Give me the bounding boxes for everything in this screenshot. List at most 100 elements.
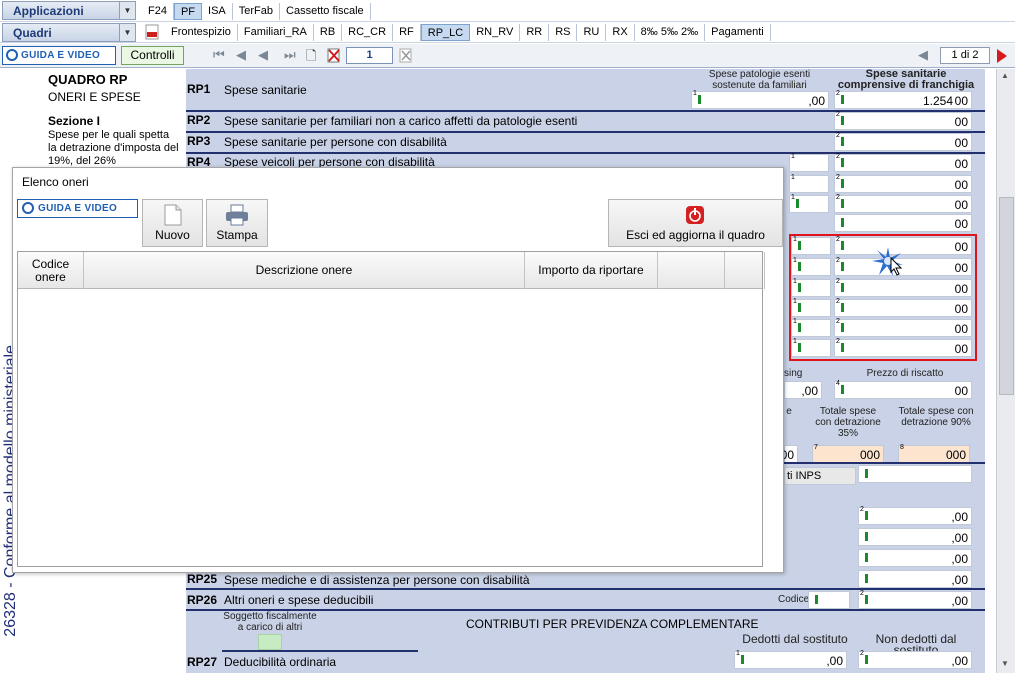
tab-f24[interactable]: F24 (142, 3, 174, 20)
rp4-field-2[interactable]: 2 00 (834, 153, 972, 172)
tab-familiari-ra[interactable]: Familiari_RA (238, 24, 314, 41)
rp1-desc: Spese sanitarie (224, 83, 307, 97)
rp6-field-2[interactable]: 2 00 (834, 194, 972, 213)
dedotti-label: Dedotti dal sostituto (742, 632, 848, 646)
quadri-dropdown[interactable]: Quadri ▼ (2, 23, 136, 42)
tab-rb[interactable]: RB (314, 24, 343, 41)
col-header-patologie: Spese patologie esenti sostenute da fami… (708, 69, 811, 91)
tab-rp-lc[interactable]: RP_LC (420, 24, 471, 41)
tab-pf[interactable]: PF (173, 3, 203, 20)
tab-per-mille[interactable]: 8‰ 5‰ 2‰ (635, 24, 706, 41)
new-page-icon[interactable]: 🗋 (306, 47, 316, 69)
rp2-field[interactable]: 2 00 (834, 111, 972, 130)
tab-rx[interactable]: RX (606, 24, 635, 41)
tab-rs[interactable]: RS (549, 24, 578, 41)
rp26-field[interactable]: 2,00 (858, 590, 972, 609)
applicazioni-label: Applicazioni (13, 4, 84, 18)
page-input[interactable]: 1 (346, 47, 393, 64)
rp3-field[interactable]: 2 00 (834, 132, 972, 151)
scroll-down-icon[interactable]: ▼ (1001, 659, 1009, 668)
leasing-field[interactable]: ,00 (784, 381, 822, 399)
rp1-field-2[interactable]: 2 1.254 00 (834, 90, 972, 109)
chevron-down-icon[interactable]: ▼ (119, 2, 135, 19)
totale-col-e-field[interactable]: 00 (781, 445, 798, 463)
stampa-label: Stampa (216, 228, 258, 242)
next-icon[interactable] (997, 49, 1007, 63)
rp27-dedotti-field[interactable]: 1,00 (734, 650, 847, 669)
codice-label: Codice (778, 594, 810, 605)
rp22-field[interactable]: ,00 (858, 528, 972, 546)
rp1-code: RP1 (187, 82, 211, 96)
prezzo-riscatto-field[interactable]: 4 00 (834, 380, 972, 399)
esci-label: Esci ed aggiorna il quadro (626, 228, 765, 242)
search-icon (6, 49, 18, 61)
tab-cassetto-fiscale[interactable]: Cassetto fiscale (280, 3, 371, 20)
col-extra-2[interactable] (725, 252, 765, 289)
scroll-up-icon[interactable]: ▲ (1001, 71, 1009, 80)
next-page-icon[interactable]: ⏭ (284, 47, 296, 63)
esci-aggiorna-button[interactable]: Esci ed aggiorna il quadro (608, 199, 783, 247)
tab-rc-cr[interactable]: RC_CR (342, 24, 394, 41)
delete-page-icon[interactable] (327, 48, 341, 63)
power-icon (686, 206, 704, 224)
rp5-field-1[interactable]: 1 (789, 174, 829, 193)
rp3-desc: Spese sanitarie per persone con disabili… (224, 135, 447, 149)
controlli-button[interactable]: Controlli (121, 46, 184, 65)
col-importo[interactable]: Importo da riportare (525, 252, 658, 289)
first-page-icon[interactable]: ⏮ (213, 47, 225, 63)
quadri-bar: Quadri ▼ Frontespizio Familiari_RA RB RC… (0, 22, 1015, 43)
nuovo-button[interactable]: Nuovo (142, 199, 203, 247)
back-icon[interactable]: ◀ (258, 47, 268, 63)
row-separator (784, 462, 985, 464)
toolbar: GUIDA E VIDEO Controlli ⏮ ◀ ◀ ⏭ 🗋 1 ◀ 1 … (0, 44, 1015, 68)
guida-video-label: GUIDA E VIDEO (21, 50, 101, 61)
applicazioni-dropdown[interactable]: Applicazioni ▼ (2, 1, 136, 20)
rp5-field-2[interactable]: 2 00 (834, 174, 972, 193)
tab-terfab[interactable]: TerFab (233, 3, 281, 20)
dialog-title: Elenco oneri (22, 175, 89, 189)
pdf-icon[interactable] (145, 24, 159, 40)
inps-field[interactable] (858, 465, 972, 483)
soggetto-label: Soggetto fiscalmente a carico di altri (223, 611, 317, 633)
stampa-button[interactable]: Stampa (206, 199, 268, 247)
col-extra-1[interactable] (658, 252, 725, 289)
scroll-thumb[interactable] (999, 197, 1014, 395)
totale-35-field: 7 000 (812, 444, 884, 463)
dialog-guida-video-button[interactable]: GUIDA E VIDEO (17, 199, 138, 218)
rp27-non-dedotti-field[interactable]: 2,00 (858, 650, 972, 669)
table-header: Codice onere Descrizione onere Importo d… (18, 252, 765, 289)
prev-page-icon[interactable]: ◀ (236, 47, 246, 63)
tab-ru[interactable]: RU (577, 24, 607, 41)
sezione-title: Sezione I (48, 114, 101, 128)
quadro-title: QUADRO RP (48, 72, 128, 87)
guida-video-button[interactable]: GUIDA E VIDEO (2, 46, 116, 65)
tab-pagamenti[interactable]: Pagamenti (705, 24, 771, 41)
inps-button[interactable]: ti INPS (784, 467, 856, 485)
rp23-field[interactable]: ,00 (858, 549, 972, 567)
rp6-field-1[interactable]: 1 (789, 194, 829, 213)
rp4-field-1[interactable]: 1 (789, 153, 829, 172)
rp1-field-1[interactable]: 1,00 (691, 90, 829, 109)
delete-icon[interactable] (399, 48, 413, 63)
rp25-field[interactable]: ,00 (858, 570, 972, 588)
tab-rf[interactable]: RF (393, 24, 421, 41)
rp21-field[interactable]: 2,00 (858, 506, 972, 525)
search-icon (22, 202, 34, 214)
top-menu-bar: Applicazioni ▼ F24 PF ISA TerFab Cassett… (0, 0, 1015, 22)
chevron-down-icon[interactable]: ▼ (119, 24, 135, 41)
tab-rn-rv[interactable]: RN_RV (470, 24, 521, 41)
col-descrizione-onere[interactable]: Descrizione onere (84, 252, 525, 289)
soggetto-checkbox[interactable] (258, 634, 282, 650)
col-codice-onere[interactable]: Codice onere (18, 252, 84, 289)
rp7-field[interactable]: 00 (834, 214, 972, 232)
tab-rr[interactable]: RR (520, 24, 550, 41)
prev-icon[interactable]: ◀ (918, 47, 928, 63)
vertical-scrollbar[interactable]: ▲ ▼ (996, 69, 1015, 673)
contributi-title: CONTRIBUTI PER PREVIDENZA COMPLEMENTARE (466, 617, 759, 631)
tab-frontespizio[interactable]: Frontespizio (165, 24, 238, 41)
leasing-label: sing (784, 368, 803, 379)
tab-isa[interactable]: ISA (202, 3, 233, 20)
dialog-guida-label: GUIDA E VIDEO (38, 203, 118, 214)
rp2-desc: Spese sanitarie per familiari non a cari… (224, 114, 578, 128)
rp26-codice-field[interactable] (808, 591, 850, 609)
